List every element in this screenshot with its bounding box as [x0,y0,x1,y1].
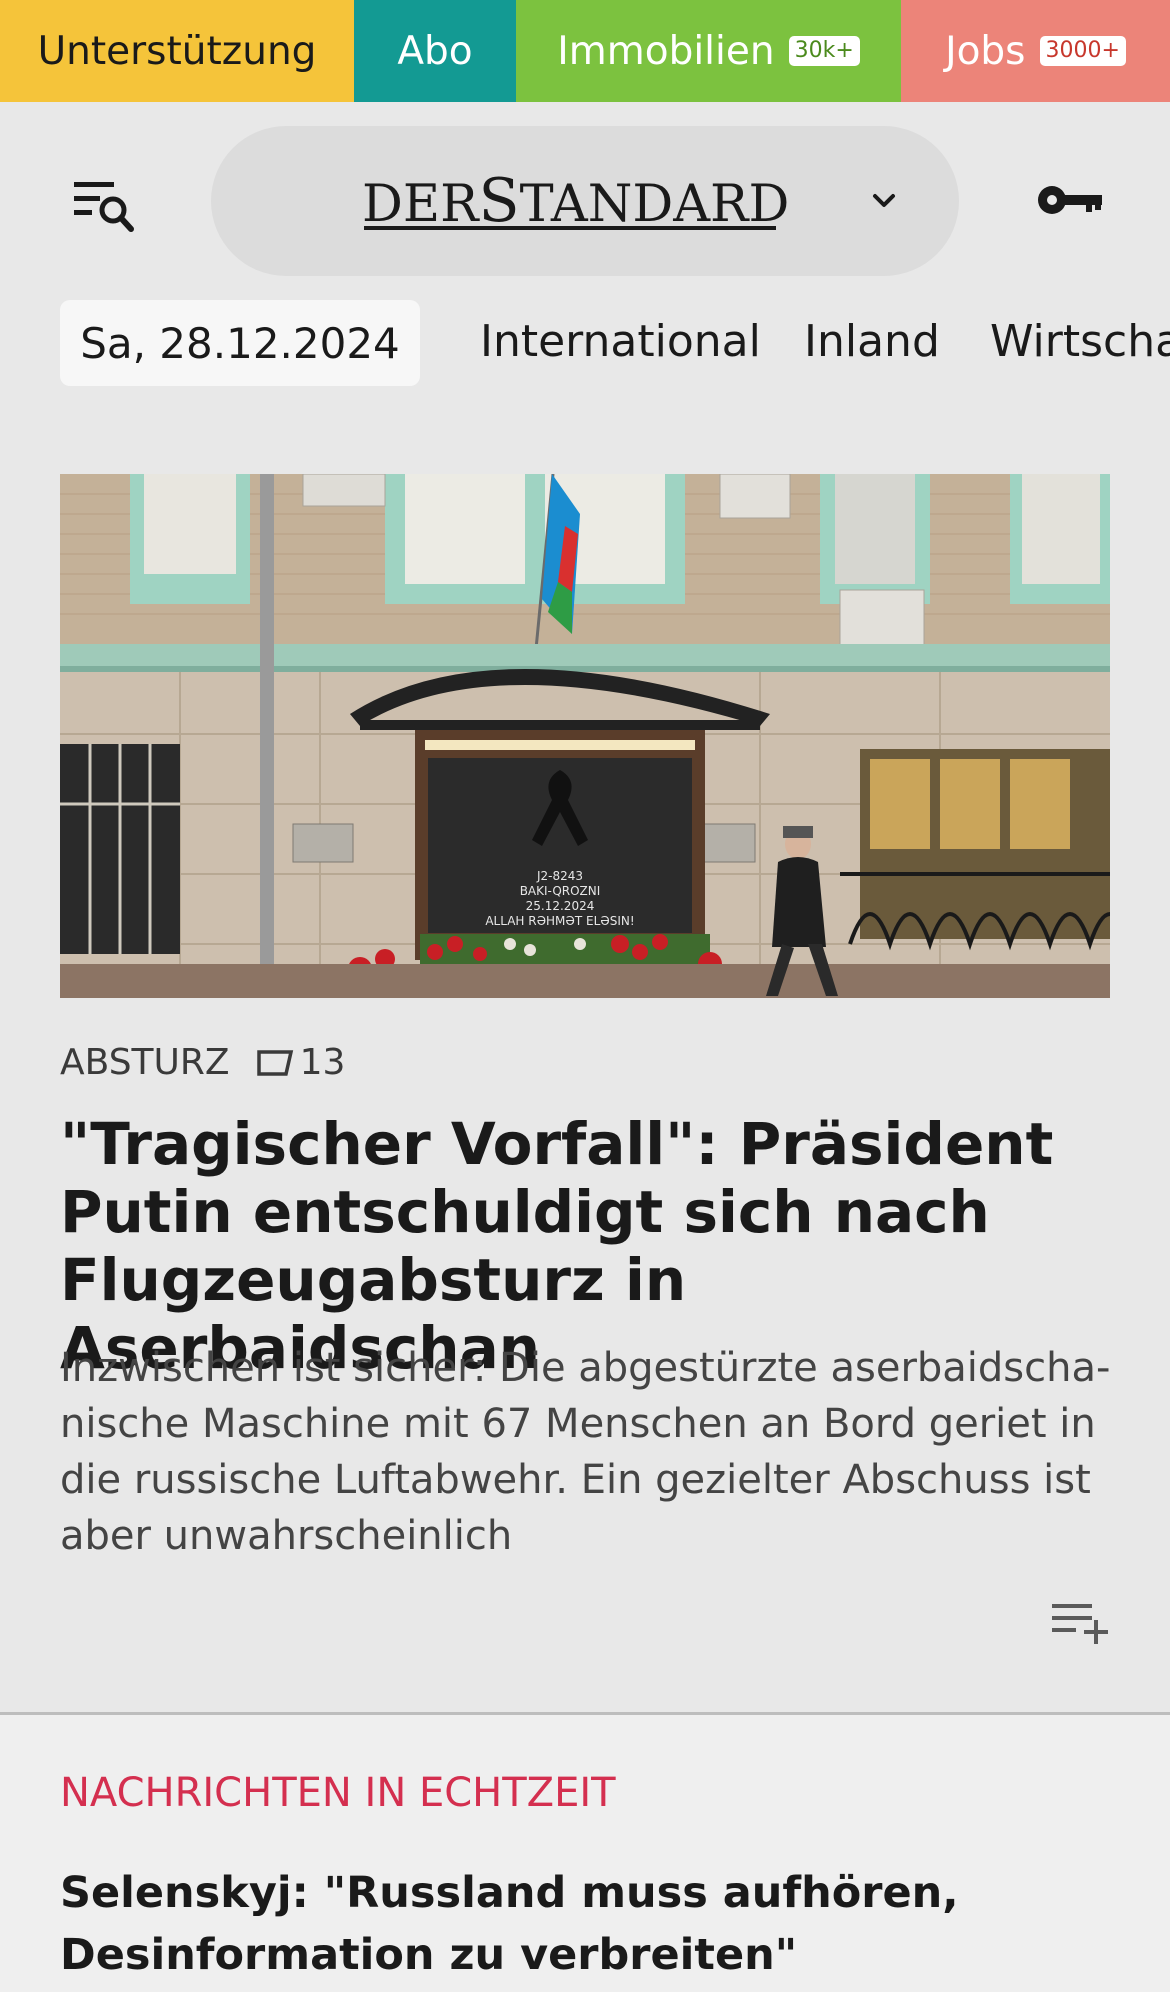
date-chip[interactable]: Sa, 28.12.2024 [60,300,420,386]
chevron-down-icon[interactable] [866,186,902,216]
jobs-link[interactable]: Jobs 3000+ [901,0,1170,102]
nav-item-inland[interactable]: Inland [804,312,940,372]
playlist-add-icon[interactable] [1050,1598,1112,1646]
banner-line-3: 25.12.2024 [526,899,595,913]
live-news-title[interactable]: NACHRICHTEN IN ECHTZEIT [60,1770,616,1816]
banner-line-4: ALLAH RƏHMƏT ELƏSIN! [485,914,634,928]
support-link[interactable]: Unterstützung [0,0,354,102]
immobilien-label: Immobilien [557,28,775,74]
key-icon[interactable] [1036,178,1106,222]
abo-link[interactable]: Abo [354,0,516,102]
jobs-label: Jobs [945,28,1026,74]
kicker-label[interactable]: ABSTURZ [60,1042,230,1083]
article-kicker: ABSTURZ 13 [60,1042,345,1083]
logo-underline [364,226,776,230]
immobilien-link[interactable]: Immobilien 30k+ [516,0,901,102]
date-label: Sa, 28.12.2024 [80,318,400,368]
article-image[interactable]: J2-8243 BAKI-QROZNI 25.12.2024 ALLAH RƏH… [60,474,1110,998]
jobs-count-badge: 3000+ [1039,36,1126,66]
article-teaser[interactable]: Inzwischen ist sicher: Die abgestürzte a… [60,1340,1120,1564]
comment-count[interactable]: 13 [300,1042,346,1083]
nav-item-international[interactable]: International [480,312,761,372]
abo-label: Abo [397,28,473,74]
menu-search-icon[interactable] [70,176,140,236]
banner-line-1: J2-8243 [536,869,583,883]
nav-item-wirtschaft[interactable]: Wirtscha [990,312,1170,372]
support-label: Unterstützung [37,28,317,74]
immobilien-count-badge: 30k+ [788,36,860,66]
live-news-headline[interactable]: Selenskyj: "Russland muss aufhören, Desi… [60,1862,1120,1986]
comment-icon[interactable] [256,1048,294,1078]
top-link-bar: Unterstützung Abo Immobilien 30k+ Jobs 3… [0,0,1170,102]
banner-line-2: BAKI-QROZNI [520,884,601,898]
